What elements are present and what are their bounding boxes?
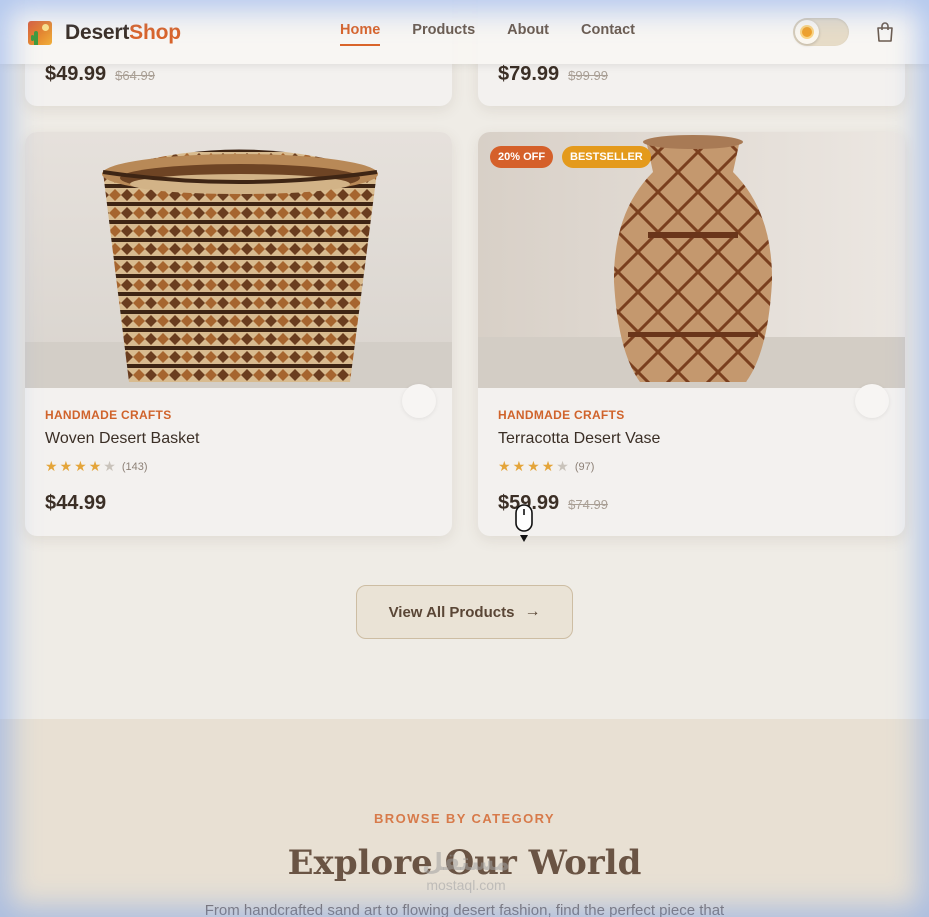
arrow-right-icon: → — [524, 603, 541, 620]
shopping-bag-icon[interactable] — [876, 22, 894, 42]
product-image-basket[interactable] — [25, 132, 452, 388]
star-icon: ★ — [103, 458, 116, 474]
price-row: $44.99 — [45, 492, 106, 515]
product-title[interactable]: Woven Desert Basket — [45, 430, 432, 448]
review-count: (97) — [574, 460, 595, 473]
old-price: $99.99 — [568, 68, 608, 83]
star-icon: ★ — [512, 458, 526, 474]
star-icon: ★ — [556, 458, 569, 474]
site-header: DesertShop Home Products About Contact — [0, 0, 929, 64]
main-nav: Home Products About Contact — [340, 22, 667, 46]
star-icon: ★ — [527, 458, 540, 474]
sun-icon — [795, 20, 819, 44]
product-card-woven-basket[interactable]: HANDMADE CRAFTS Woven Desert Basket ★ ★ … — [25, 132, 452, 536]
price: $79.99 — [498, 63, 560, 85]
old-price: $64.99 — [115, 68, 155, 83]
view-all-products-button[interactable]: View All Products → — [356, 585, 573, 639]
nav-home[interactable]: Home — [340, 22, 381, 46]
price-row: $79.99 $99.99 — [498, 63, 608, 86]
nav-about[interactable]: About — [507, 22, 549, 38]
nav-products[interactable]: Products — [412, 22, 475, 38]
product-title[interactable]: Terracotta Desert Vase — [498, 430, 885, 448]
product-category: HANDMADE CRAFTS — [45, 408, 172, 422]
nav-contact[interactable]: Contact — [581, 22, 635, 38]
product-card-terracotta-vase[interactable]: 20% OFF BESTSELLER HANDMADE CRAFTS Terra… — [478, 132, 905, 536]
price: $44.99 — [45, 492, 107, 514]
mouse-scroll-icon — [515, 504, 533, 542]
price: $49.99 — [45, 63, 107, 85]
brand-name-part2: Shop — [129, 21, 181, 44]
brand-name-part1: Desert — [65, 21, 130, 44]
star-icon: ★ — [541, 458, 555, 474]
star-icon: ★ — [59, 458, 73, 474]
desert-logo-icon — [28, 21, 52, 45]
section-eyebrow: BROWSE BY CATEGORY — [374, 811, 555, 826]
old-price: $74.99 — [568, 497, 608, 512]
watermark-line1: مستقل — [422, 849, 510, 876]
product-rating: ★ ★ ★ ★ ★ (97) — [498, 458, 885, 475]
star-icon: ★ — [498, 458, 511, 474]
star-icon: ★ — [45, 458, 58, 474]
bestseller-badge: BESTSELLER — [562, 146, 651, 168]
watermark-line2: mostaql.com — [426, 877, 506, 893]
theme-toggle[interactable] — [793, 18, 849, 46]
discount-badge: 20% OFF — [490, 146, 554, 168]
product-category: HANDMADE CRAFTS — [498, 408, 625, 422]
view-all-label: View All Products — [388, 603, 515, 621]
product-image-vase[interactable] — [478, 132, 905, 388]
product-info: HANDMADE CRAFTS Terracotta Desert Vase ★… — [498, 408, 885, 475]
brand-name: DesertShop — [65, 21, 181, 45]
product-info: HANDMADE CRAFTS Woven Desert Basket ★ ★ … — [45, 408, 432, 475]
price-row: $49.99 $64.99 — [45, 63, 155, 86]
review-count: (143) — [121, 460, 148, 473]
brand-logo[interactable]: DesertShop — [28, 21, 181, 45]
star-icon: ★ — [74, 458, 87, 474]
mostaql-watermark: مستقل mostaql.com — [408, 848, 524, 898]
product-rating: ★ ★ ★ ★ ★ (143) — [45, 458, 432, 475]
star-icon: ★ — [88, 458, 102, 474]
section-description: From handcrafted sand art to flowing des… — [204, 902, 725, 917]
